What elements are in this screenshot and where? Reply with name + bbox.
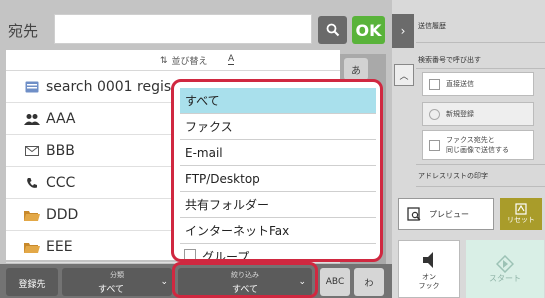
list-item-label: BBB: [46, 142, 75, 159]
search-button[interactable]: [318, 16, 347, 44]
reset-button[interactable]: リセット: [500, 198, 542, 230]
list-item-label: EEE: [46, 238, 73, 255]
dropdown-option-label: グループ: [202, 250, 250, 262]
category-select[interactable]: 分類 すべて ⌄: [62, 268, 172, 296]
filter-dropdown: すべて ファクス E-mail FTP/Desktop 共有フォルダー インター…: [171, 79, 383, 262]
sort-icon: ⇅: [160, 55, 168, 66]
preview-icon: [407, 207, 421, 221]
list-item-label: AAA: [46, 110, 76, 127]
register-icon: [429, 108, 440, 120]
divider: [416, 42, 545, 43]
send-same-image-line1: ファクス宛先と: [446, 136, 495, 144]
start-button[interactable]: スタート: [466, 240, 544, 298]
destination-input[interactable]: [54, 14, 312, 44]
abc-label: ABC: [325, 277, 345, 287]
filter-highlight: [172, 262, 318, 298]
direct-send-toggle[interactable]: 直接送信: [422, 72, 534, 96]
group-icon: [18, 113, 46, 125]
print-address-list-button[interactable]: アドレスリストの印字: [418, 168, 542, 184]
preview-button[interactable]: プレビュー: [398, 198, 494, 230]
list-item-label: DDD: [46, 206, 79, 223]
dropdown-option[interactable]: すべて: [180, 88, 376, 114]
sort-button[interactable]: ⇅ 並び替え: [160, 54, 208, 68]
dropdown-option[interactable]: FTP/Desktop: [180, 166, 376, 192]
folder-icon: [18, 241, 46, 253]
reset-icon: [515, 203, 527, 215]
dropdown-option[interactable]: インターネットFax: [180, 218, 376, 244]
start-label: スタート: [489, 273, 521, 283]
search-result-icon: [18, 81, 46, 93]
registered-destination-button[interactable]: 登録先: [6, 268, 58, 296]
on-hook-line2: フック: [418, 282, 440, 290]
kana-tab-a[interactable]: あ: [344, 58, 368, 80]
kana-wa-tab[interactable]: わ: [354, 268, 384, 296]
destination-label: 宛先: [8, 22, 39, 40]
category-value: すべて: [97, 285, 124, 295]
category-caption: 分類: [110, 271, 124, 279]
mail-icon: [18, 145, 46, 156]
dropdown-option[interactable]: E-mail: [180, 140, 376, 166]
chevron-right-icon: ›: [400, 24, 406, 38]
dropdown-option[interactable]: ファクス: [180, 114, 376, 140]
list-item-label: search 0001 regis: [46, 78, 172, 95]
list-item-label: CCC: [46, 174, 76, 191]
on-hook-button[interactable]: オン フック: [398, 240, 460, 298]
phone-icon: [18, 177, 46, 189]
folder-icon: [18, 209, 46, 221]
chevron-up-icon: ︿: [399, 71, 409, 82]
abc-tab[interactable]: ABC: [320, 268, 350, 296]
on-hook-line1: オン: [422, 273, 436, 281]
checkbox-icon: [429, 78, 440, 90]
send-same-image-toggle[interactable]: ファクス宛先と 同じ画像で送信する: [422, 130, 534, 160]
scroll-up-button[interactable]: ︿: [394, 64, 414, 86]
divider: [416, 186, 545, 187]
speaker-icon: [423, 252, 433, 268]
divider: [416, 164, 545, 165]
sort-label: 並び替え: [171, 57, 208, 67]
ok-button[interactable]: OK: [352, 16, 385, 44]
registered-destination-label: 登録先: [18, 280, 46, 290]
checkbox-icon: [429, 139, 440, 151]
sort-order-toggle[interactable]: A: [228, 54, 235, 65]
preview-label: プレビュー: [429, 209, 469, 219]
on-hook-label: オン フック: [399, 273, 459, 291]
dropdown-option[interactable]: グループ: [180, 244, 376, 262]
kana-wa-label: わ: [364, 279, 374, 289]
reset-label: リセット: [507, 216, 535, 224]
new-register-label: 新規登録: [446, 110, 474, 118]
recall-by-number-button[interactable]: 検索番号で呼び出す: [418, 52, 542, 68]
direct-send-label: 直接送信: [446, 80, 474, 88]
collapse-panel-button[interactable]: ›: [392, 14, 414, 48]
search-icon: [326, 23, 339, 37]
dropdown-option[interactable]: 共有フォルダー: [180, 192, 376, 218]
send-same-image-line2: 同じ画像で送信する: [446, 146, 509, 154]
start-icon: [496, 254, 514, 273]
chevron-down-icon: ⌄: [160, 277, 168, 287]
new-register-button[interactable]: 新規登録: [422, 102, 534, 126]
divider: [416, 68, 545, 69]
checkbox-icon: [184, 249, 196, 259]
send-history-button[interactable]: 送信履歴: [418, 18, 542, 34]
